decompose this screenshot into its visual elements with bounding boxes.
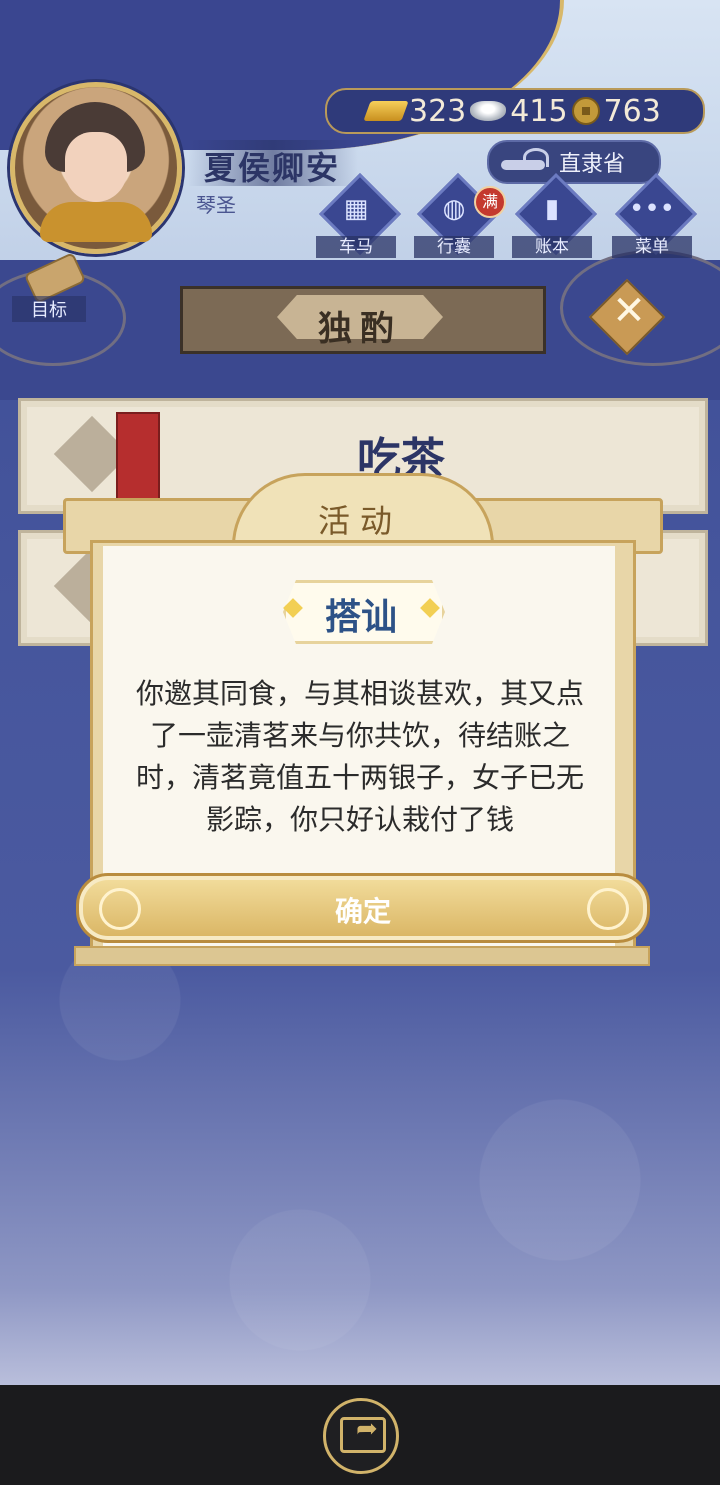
silver-value: 415 (510, 93, 568, 129)
goal-label: 目标 (12, 296, 86, 322)
location-label: 直隶省 (559, 152, 626, 177)
menu-ledger[interactable]: ▮ 账本 (502, 172, 602, 262)
menu-more-label: 菜单 (612, 236, 692, 258)
dialog-subtitle: 搭讪 (324, 597, 397, 638)
gold-ingot-icon (363, 101, 409, 121)
coin-value: 763 (603, 93, 661, 129)
close-icon: ✕ (612, 288, 646, 334)
silver-ingot-icon (470, 101, 507, 121)
dialog-story: 你邀其同食，与其相谈甚欢，其又点了一壶清茗来与你共饮，待结账之时，清茗竟值五十两… (135, 677, 584, 836)
confirm-button[interactable]: 确定 (76, 873, 650, 943)
menu-bag-label: 行囊 (414, 236, 494, 258)
menu-bag[interactable]: ◍ 行囊 满 (404, 172, 506, 262)
dialog-header: 活动 (317, 502, 402, 540)
scene-title: 独酌 (318, 309, 402, 349)
silver-resource: 415 (470, 93, 568, 129)
player-avatar[interactable] (10, 82, 182, 254)
menu-carriage[interactable]: ▦ 车马 (306, 172, 406, 262)
gold-value: 323 (409, 93, 467, 129)
map-pin-icon (501, 148, 553, 176)
coin-resource: 763 (571, 93, 661, 129)
menu-carriage-label: 车马 (316, 236, 396, 258)
confirm-label: 确定 (334, 895, 391, 928)
goal-button[interactable]: 目标 (12, 252, 87, 322)
resource-bar: 323 415 763 (325, 88, 705, 134)
menu-ledger-label: 账本 (512, 236, 592, 258)
location-button[interactable]: 直隶省 (487, 140, 661, 184)
share-arrow-icon: ➦ (356, 1414, 378, 1444)
copper-coin-icon (571, 97, 600, 125)
scene-title-banner: 独酌 (180, 286, 546, 354)
red-plaque-icon (116, 412, 160, 500)
gold-resource: 323 (331, 94, 466, 129)
player-title: 琴圣 (196, 193, 236, 217)
dialog-base (74, 946, 650, 966)
menu-more[interactable]: ••• 菜单 (602, 172, 702, 262)
